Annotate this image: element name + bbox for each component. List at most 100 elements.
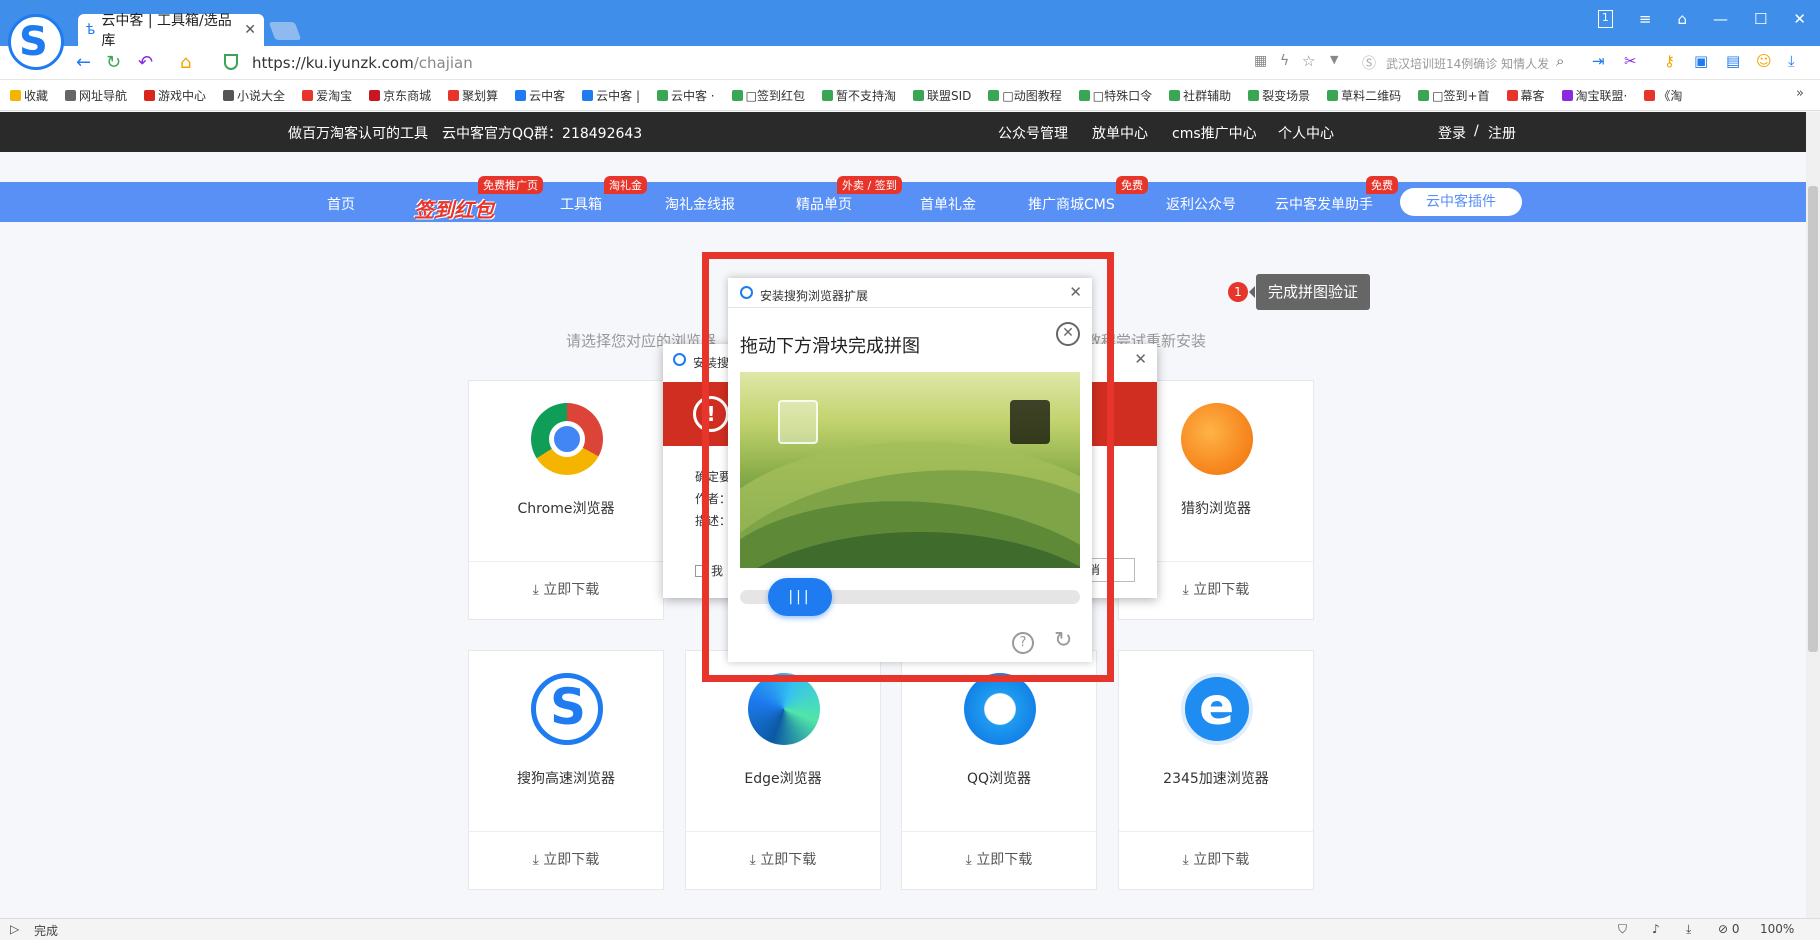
key-icon[interactable]: ⚷: [1664, 52, 1675, 70]
nav-single[interactable]: 精品单页: [796, 194, 852, 214]
bookmark-favicon-icon: [656, 89, 668, 101]
nav-cms-badge: 免费: [1116, 176, 1148, 194]
tab-favicon-icon: ѣ: [86, 22, 96, 38]
star-icon[interactable]: ☆: [1302, 52, 1315, 70]
bookmark-item[interactable]: □动图教程: [988, 87, 1062, 104]
nav-rebate[interactable]: 返利公众号: [1166, 194, 1236, 214]
tab-close-icon[interactable]: ✕: [244, 22, 256, 38]
login-link[interactable]: 登录: [1438, 123, 1466, 143]
scrollbar-thumb[interactable]: [1808, 186, 1818, 652]
nav-line[interactable]: 淘礼金线报: [665, 194, 735, 214]
bookmark-item[interactable]: □签到红包: [731, 87, 805, 104]
adblock-count[interactable]: ⊘ 0: [1718, 922, 1740, 936]
bookmark-item[interactable]: 社群辅助: [1169, 87, 1231, 104]
lightning-icon[interactable]: ϟ: [1280, 53, 1289, 69]
refresh-captcha-icon[interactable]: ↻: [1054, 628, 1072, 653]
bookmark-item[interactable]: 裂变场景: [1248, 87, 1310, 104]
bookmark-label: 京东商城: [383, 88, 432, 103]
bookmark-item[interactable]: 京东商城: [369, 87, 431, 104]
zoom-level[interactable]: 100%: [1760, 922, 1794, 936]
bookmark-item[interactable]: 小说大全: [223, 87, 285, 104]
menu-icon[interactable]: ≡: [1639, 10, 1652, 28]
skin-icon[interactable]: ⌂: [1677, 10, 1687, 28]
scissors-icon[interactable]: ✂: [1624, 52, 1637, 70]
refresh-icon[interactable]: ↻: [106, 52, 121, 73]
slider-knob[interactable]: |||: [768, 578, 832, 616]
sidebar-toggle-icon[interactable]: ▷: [10, 922, 19, 936]
bookmark-item[interactable]: 淘宝联盟·: [1561, 87, 1627, 104]
bookmark-favicon-icon: [821, 89, 833, 101]
home-icon[interactable]: ⌂: [180, 52, 191, 73]
bookmark-label: 裂变场景: [1262, 88, 1311, 103]
bookmark-item[interactable]: 网址导航: [65, 87, 127, 104]
bookmark-item[interactable]: □特殊口令: [1078, 87, 1153, 104]
bookmark-favicon-icon: [1418, 89, 1430, 101]
tab-active[interactable]: ѣ 云中客 | 工具箱/选品库 ✕: [78, 13, 264, 49]
help-icon[interactable]: ?: [1012, 632, 1034, 654]
topbar-link-fadan[interactable]: 放单中心: [1092, 123, 1148, 143]
minimize-icon[interactable]: —: [1713, 10, 1728, 28]
translate-icon[interactable]: ▣: [1694, 52, 1708, 70]
edge-icon: [748, 673, 820, 745]
bookmark-label: □特殊口令: [1092, 88, 1153, 103]
speaker-icon[interactable]: ♪: [1652, 922, 1660, 936]
bookmark-item[interactable]: 云中客 ·: [656, 87, 715, 104]
bookmark-item[interactable]: 收藏: [10, 87, 48, 104]
puzzle-piece-icon[interactable]: [778, 400, 818, 444]
download-button[interactable]: ⤓ 立即下载: [902, 831, 1096, 889]
bookmark-item[interactable]: 联盟SID: [912, 87, 972, 104]
register-link[interactable]: 注册: [1488, 123, 1516, 143]
bookmark-item[interactable]: □签到+首: [1418, 87, 1490, 104]
bookmark-item[interactable]: 聚划算: [448, 87, 498, 104]
bookmarks-overflow-icon[interactable]: »: [1796, 86, 1804, 101]
url-input[interactable]: https://ku.iyunzk.com/chajian: [252, 54, 473, 72]
chevron-down-icon[interactable]: ▼: [1330, 53, 1338, 66]
note-icon[interactable]: ▤: [1726, 52, 1740, 70]
nav-toolbox[interactable]: 工具箱: [560, 194, 602, 214]
download-button[interactable]: ⤓ 立即下载: [1119, 831, 1313, 889]
login-icon[interactable]: ⇥: [1592, 52, 1605, 70]
bookmark-item[interactable]: 草料二维码: [1327, 87, 1401, 104]
topbar-link-cms[interactable]: cms推广中心: [1172, 123, 1257, 143]
bookmark-item[interactable]: 云中客: [515, 87, 565, 104]
undo-icon[interactable]: ↶: [138, 52, 153, 73]
download-manager-icon[interactable]: ⤓: [1788, 52, 1795, 70]
topbar-link-gzh[interactable]: 公众号管理: [998, 123, 1068, 143]
maximize-icon[interactable]: ☐: [1754, 10, 1767, 28]
nav-brand-logo[interactable]: 签到红包: [414, 194, 494, 223]
download-button[interactable]: ⤓ 立即下载: [469, 831, 663, 889]
back-dialog-close-icon[interactable]: ✕: [1134, 350, 1147, 368]
download-icon[interactable]: ⤓: [1686, 922, 1691, 937]
window-ctl-badge-icon[interactable]: 1: [1597, 10, 1613, 28]
search-input[interactable]: 武汉培训班14例确诊 知情人发: [1386, 55, 1549, 72]
close-window-icon[interactable]: ✕: [1793, 10, 1806, 28]
qr-icon[interactable]: ▦: [1254, 53, 1267, 69]
nav-helper[interactable]: 云中客发单助手: [1275, 194, 1373, 214]
nav-cms[interactable]: 推广商城CMS: [1028, 194, 1115, 214]
topbar-link-user[interactable]: 个人中心: [1278, 123, 1334, 143]
nav-first[interactable]: 首单礼金: [920, 194, 976, 214]
bookmark-favicon-icon: [988, 89, 1000, 101]
bookmark-item[interactable]: 爱淘宝: [302, 87, 352, 104]
bookmark-item[interactable]: 云中客 |: [582, 87, 640, 104]
secure-shield-icon: [224, 54, 238, 70]
bookmark-label: 幕客: [1520, 88, 1545, 103]
shield-icon[interactable]: ⛉: [1618, 922, 1627, 937]
download-button[interactable]: ⤓ 立即下载: [686, 831, 880, 889]
bookmark-label: 联盟SID: [926, 88, 972, 103]
sogou-logo-icon[interactable]: S: [8, 14, 64, 70]
bookmark-label: 草料二维码: [1341, 88, 1402, 103]
captcha-close-icon[interactable]: ✕: [1056, 322, 1080, 346]
more-icon[interactable]: ☺: [1756, 52, 1772, 70]
captcha-dialog-close[interactable]: ✕: [1069, 283, 1082, 301]
bookmark-item[interactable]: 游戏中心: [144, 87, 206, 104]
nav-plugin[interactable]: 云中客插件: [1400, 188, 1522, 216]
back-icon[interactable]: ←: [76, 52, 91, 73]
bookmark-item[interactable]: 《淘: [1644, 87, 1682, 104]
download-button[interactable]: ⤓ 立即下载: [469, 561, 663, 619]
bookmark-item[interactable]: 幕客: [1506, 87, 1545, 104]
url-host: https://ku.iyunzk.com: [252, 54, 414, 72]
bookmark-item[interactable]: 暂不支持淘: [821, 87, 896, 104]
nav-home[interactable]: 首页: [327, 194, 355, 214]
search-icon[interactable]: ⌕: [1556, 52, 1564, 70]
